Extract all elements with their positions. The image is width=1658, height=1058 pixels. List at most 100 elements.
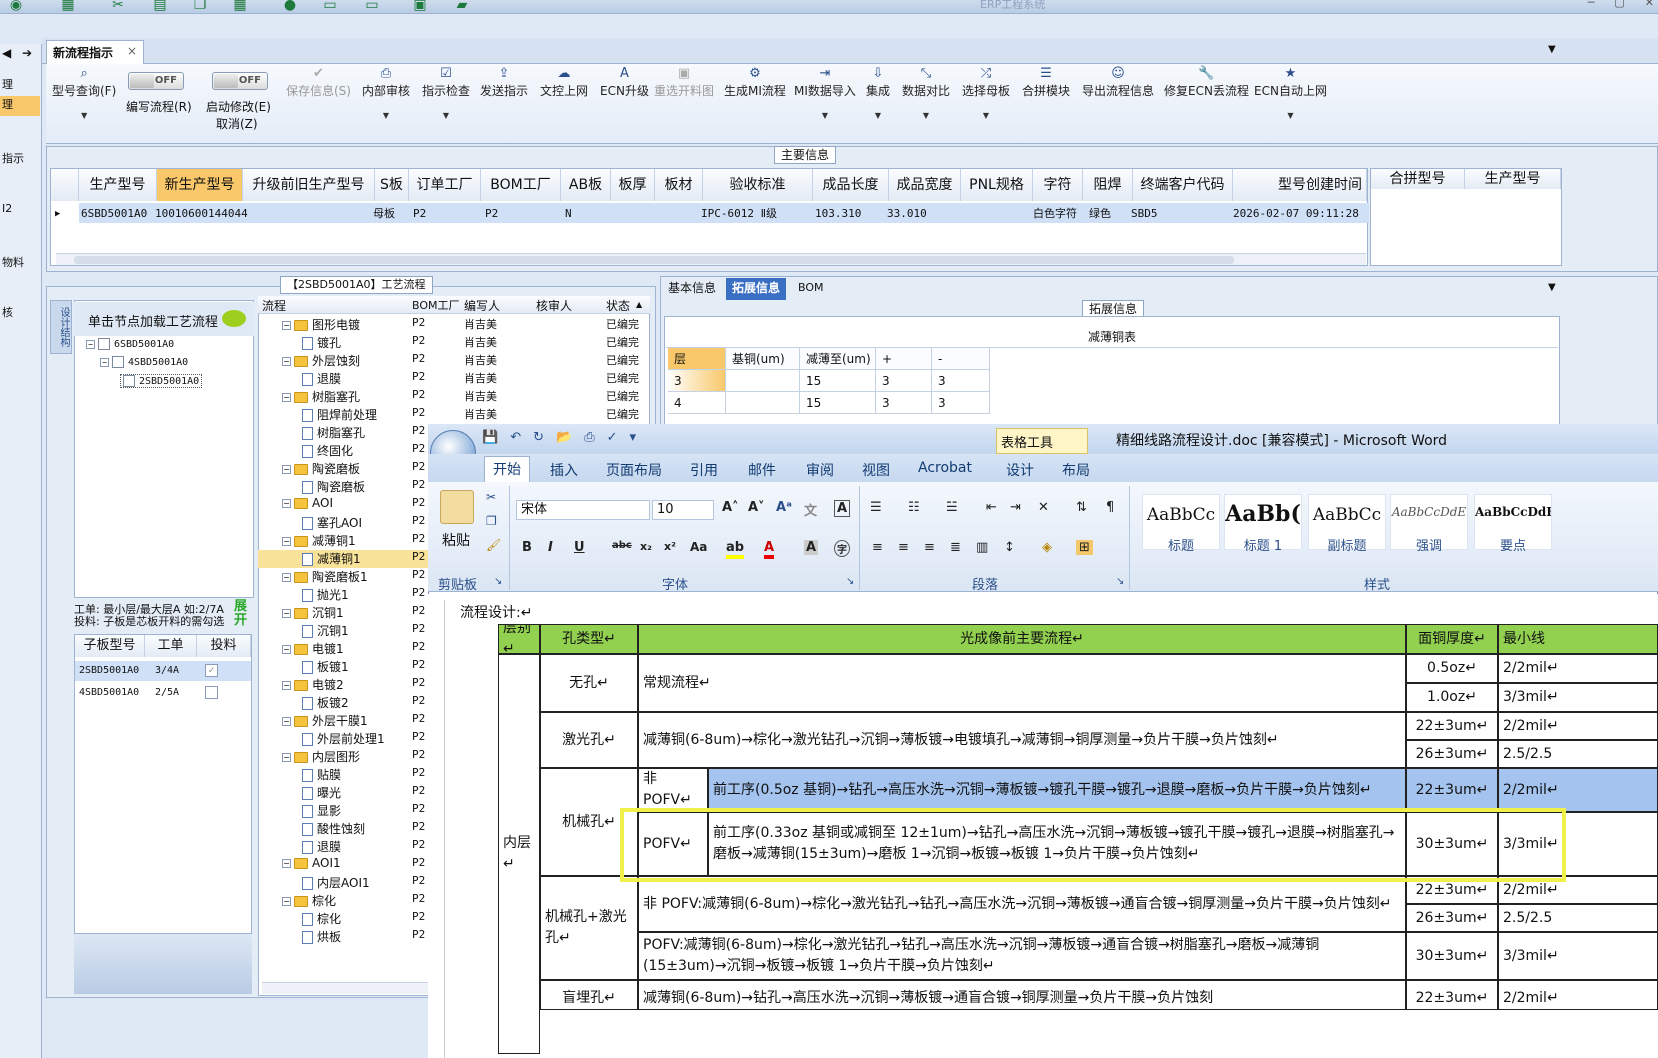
bold-icon[interactable]: B	[522, 540, 532, 555]
grid-icon[interactable]: ▦	[58, 0, 78, 13]
shading-icon[interactable]: ◈	[1042, 540, 1052, 555]
table-cell[interactable]	[726, 392, 800, 414]
tab-basic-info[interactable]: 基本信息	[662, 278, 722, 300]
collapse-icon[interactable]: −	[282, 717, 291, 726]
close-icon[interactable]: ✕	[1645, 0, 1654, 9]
collapse-icon[interactable]: −	[282, 321, 291, 330]
data-compare-button[interactable]: ⤡ 数据对比 ▼	[902, 66, 950, 120]
table-cell[interactable]: 4SBD5001A0	[79, 683, 139, 703]
feed-checkbox[interactable]	[205, 686, 218, 699]
tab-insert[interactable]: 插入	[550, 460, 578, 480]
column-header[interactable]: 阻焊	[1083, 169, 1133, 201]
tab-home[interactable]: 开始	[484, 456, 530, 482]
feed-checkbox[interactable]: ✓	[205, 664, 218, 677]
write-flow-toggle[interactable]: OFF	[128, 72, 184, 90]
table-cell[interactable]: SBD5	[1131, 204, 1158, 224]
left-nav-item[interactable]: 理	[0, 76, 40, 92]
collapse-icon[interactable]: −	[282, 681, 291, 690]
italic-icon[interactable]: I	[548, 540, 553, 555]
column-header[interactable]: 板厚	[611, 169, 655, 201]
table-cell[interactable]: 3	[668, 370, 726, 392]
reselect-cutting-button[interactable]: ▣ 重选开料图	[654, 66, 714, 99]
chinese-layout-icon[interactable]: ✕	[1038, 500, 1049, 515]
tree-row[interactable]: − 图形电镀 P2 肖吉美 已编完	[258, 316, 650, 334]
table-cell[interactable]: 2/5A	[155, 683, 179, 703]
ecn-upgrade-button[interactable]: A ECN升级	[600, 66, 649, 99]
tree-row[interactable]: − 外层蚀刻 P2 肖吉美 已编完	[258, 352, 650, 370]
cut-icon[interactable]: ✂	[486, 490, 496, 504]
user-icon[interactable]: ◉	[6, 0, 26, 13]
style-emphasis[interactable]: AaBbCcDdE 强调	[1390, 494, 1468, 554]
merge-module-button[interactable]: ☰ 合拼模块	[1022, 66, 1070, 99]
collapse-icon[interactable]: −	[282, 609, 291, 618]
table-cell[interactable]: 2026-02-07 09:11:28	[1233, 204, 1359, 224]
repair-ecn-button[interactable]: 🔧 修复ECN丢流程	[1164, 66, 1249, 99]
select-master-button[interactable]: ⤮ 选择母板 ▼	[962, 66, 1010, 120]
subscript-icon[interactable]: x₂	[640, 540, 652, 553]
copy-icon[interactable]: ❐	[486, 514, 497, 528]
column-header[interactable]: 成品宽度	[889, 169, 961, 201]
instruction-check-button[interactable]: ☑ 指示检查 ▼	[422, 66, 470, 120]
table-cell[interactable]: 3	[932, 370, 990, 392]
table-cell[interactable]: 母板	[373, 204, 395, 224]
column-header[interactable]: 升级前旧生产型号	[243, 169, 375, 201]
table-cell[interactable]: 6SBD5001A0	[81, 204, 147, 224]
paste-icon[interactable]	[440, 490, 474, 524]
column-header[interactable]: 合拼型号	[1371, 169, 1465, 189]
clear-format-icon[interactable]: Aᵃ	[776, 500, 792, 515]
left-nav-item[interactable]: 指示	[0, 150, 40, 166]
column-header[interactable]: 字符	[1033, 169, 1083, 201]
collapse-left-icon[interactable]: ◀	[2, 46, 11, 60]
doc-online-button[interactable]: ☁ 文控上网	[540, 66, 588, 99]
column-header[interactable]: +	[876, 348, 932, 370]
style-title[interactable]: AaBbCc 标题	[1142, 494, 1220, 554]
table-cell[interactable]: IPC-6012 Ⅱ级	[701, 204, 777, 224]
increase-indent-icon[interactable]: ⇥	[1010, 500, 1021, 515]
login-icon[interactable]: ➔	[22, 46, 32, 60]
table-cell[interactable]: 10010600144044	[155, 204, 248, 224]
show-marks-icon[interactable]: ¶	[1106, 500, 1114, 515]
collapse-icon[interactable]: −	[282, 753, 291, 762]
ecn-auto-online-button[interactable]: ★ ECN自动上网 ▼	[1254, 66, 1327, 120]
numbering-icon[interactable]: ☷	[908, 500, 920, 515]
collapse-icon[interactable]: −	[282, 499, 291, 508]
open-folder-icon[interactable]: 📂	[556, 430, 572, 445]
customize-qat-icon[interactable]: ▾	[630, 430, 637, 445]
column-header[interactable]: 工单	[145, 635, 197, 657]
tab-new-process[interactable]: 新流程指示 ×	[46, 40, 144, 64]
column-header[interactable]: AB板	[561, 169, 611, 201]
table-cell[interactable]: P2	[413, 204, 426, 224]
tab-review[interactable]: 审阅	[806, 460, 834, 480]
tab-bom[interactable]: BOM	[792, 278, 830, 300]
mi-import-button[interactable]: ⇥ MI数据导入 ▼	[794, 66, 856, 120]
table-cell[interactable]: 3	[876, 370, 932, 392]
bullets-icon[interactable]: ☰	[870, 500, 882, 515]
column-header[interactable]: 核审人	[536, 297, 572, 314]
left-nav-item[interactable]: I2	[0, 202, 40, 215]
column-header[interactable]: -	[932, 348, 990, 370]
grow-font-icon[interactable]: A˄	[722, 500, 739, 515]
collapse-icon[interactable]: −	[282, 645, 291, 654]
column-header[interactable]: BOM工厂	[481, 169, 561, 201]
tab-extended-info[interactable]: 拓展信息	[726, 278, 787, 300]
superscript-icon[interactable]: x²	[664, 540, 676, 553]
tree-row[interactable]: 退膜 P2 肖吉美 已编完	[258, 370, 650, 388]
maximize-icon[interactable]: ▢	[1614, 0, 1624, 9]
collapse-icon[interactable]: −	[282, 537, 291, 546]
undo-icon[interactable]: ↶	[510, 430, 521, 445]
style-heading-1[interactable]: AaBb(标题 1	[1224, 494, 1302, 554]
column-header[interactable]: S板	[375, 169, 409, 201]
change-case-icon[interactable]: Aa	[690, 540, 707, 554]
table-icon[interactable]: ▤	[150, 0, 170, 13]
tree-node[interactable]: −6SBD5001A0	[86, 338, 174, 350]
column-header[interactable]: 生产型号	[79, 169, 157, 201]
table-cell[interactable]: P2	[485, 204, 498, 224]
tab-design[interactable]: 设计	[1006, 460, 1034, 480]
dialog-launcher-icon[interactable]: ↘	[1116, 576, 1124, 587]
column-header[interactable]: 成品长度	[813, 169, 889, 201]
column-header[interactable]: 板材	[655, 169, 703, 201]
minimize-icon[interactable]: ─	[1588, 0, 1595, 9]
left-nav-item[interactable]: 物料	[0, 254, 40, 270]
column-header[interactable]: 投料	[197, 635, 251, 657]
font-color-icon[interactable]: A	[764, 540, 775, 559]
